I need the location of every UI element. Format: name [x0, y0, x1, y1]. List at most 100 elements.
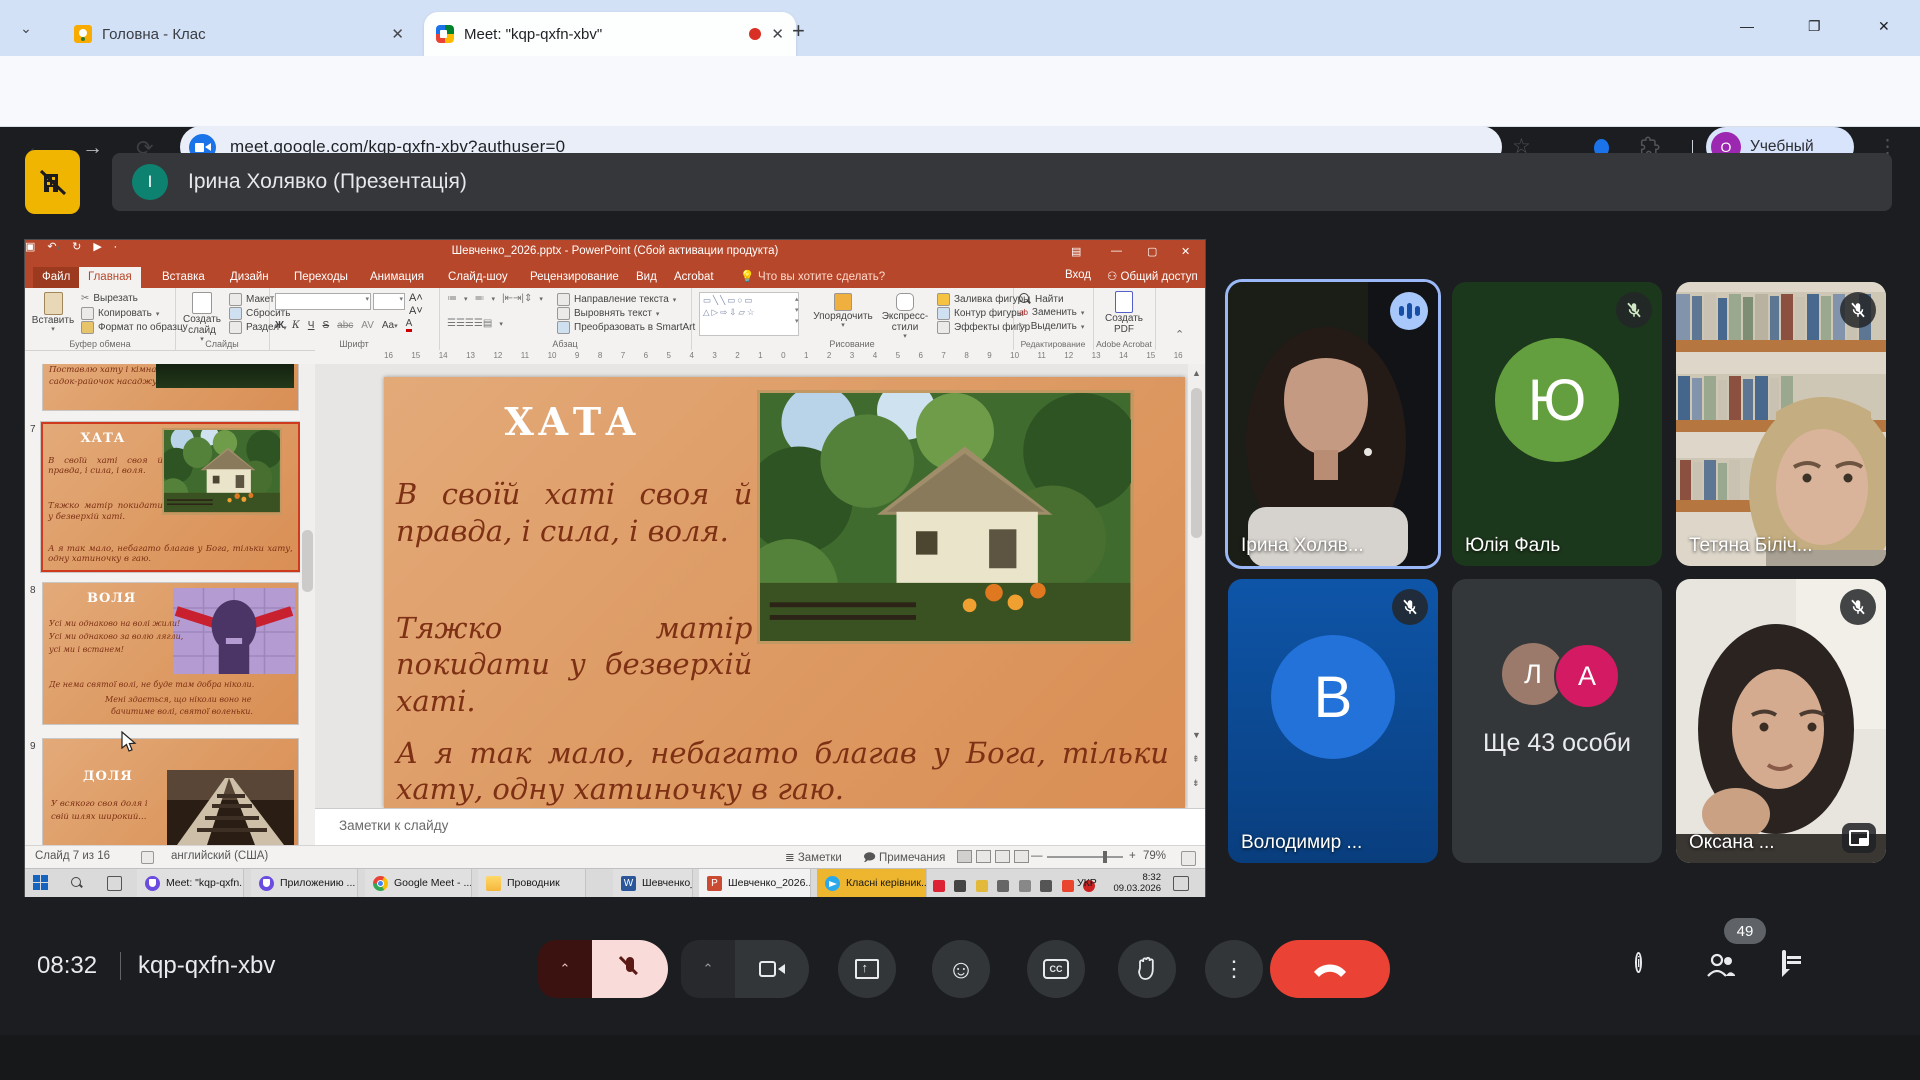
- comments-toggle[interactable]: 🗩 Примечания: [863, 850, 945, 869]
- current-slide[interactable]: ХАТА В своїй хаті своя й правда, і сила,…: [384, 377, 1185, 808]
- taskbar-app-powerpoint-active[interactable]: P Шевченко_2026...: [699, 869, 811, 897]
- tell-me-label[interactable]: Что вы хотите сделать?: [749, 267, 894, 288]
- select-button[interactable]: ▷ Выделить ▾: [1019, 321, 1084, 332]
- spellcheck-icon[interactable]: [141, 851, 154, 864]
- keyboard-language[interactable]: УКР: [1077, 877, 1097, 889]
- tab-close-icon[interactable]: ✕: [391, 25, 404, 43]
- camera-options-chevron[interactable]: ⌃: [681, 940, 735, 998]
- notes-pane[interactable]: Заметки к слайду: [315, 808, 1205, 846]
- font-color-button[interactable]: А: [405, 318, 413, 332]
- raise-hand-button[interactable]: [1118, 940, 1176, 998]
- slide-thumbnail-6[interactable]: Поставлю хату і кімнату, садок-райочок н…: [43, 364, 298, 410]
- previous-slide-button[interactable]: ⇞: [1192, 754, 1200, 765]
- grow-font-button[interactable]: A˄: [409, 292, 423, 304]
- align-buttons[interactable]: ☰☰☰☰▤ ▾: [447, 318, 503, 329]
- tab-meet-active[interactable]: Meet: "kqp-qxfn-xbv" ✕: [424, 12, 796, 56]
- ppt-maximize-button[interactable]: ▢: [1147, 245, 1157, 258]
- arrange-button[interactable]: Упорядочить ▾: [811, 293, 875, 330]
- zoom-out-button[interactable]: —: [1031, 850, 1043, 862]
- start-button[interactable]: [33, 875, 48, 890]
- replace-button[interactable]: ab Заменить ▾: [1019, 307, 1084, 318]
- copy-button[interactable]: Копировать ▾: [81, 307, 159, 320]
- text-direction-button[interactable]: Направление текста ▾: [557, 293, 676, 306]
- notes-toggle[interactable]: ≣ Заметки: [785, 850, 842, 864]
- thumbnails-scrollbar[interactable]: [300, 364, 315, 845]
- align-text-button[interactable]: Выровнять текст ▾: [557, 307, 659, 320]
- clock-tray[interactable]: 8:32 09.03.2026: [1107, 872, 1161, 895]
- shapes-scroll[interactable]: ▴ ▾ ▾: [795, 294, 805, 328]
- taskbar-app-telegram[interactable]: Класні керівник...: [817, 869, 927, 897]
- ppt-tab-animations[interactable]: Анимация: [361, 267, 433, 288]
- meeting-info-button[interactable]: i: [1635, 952, 1665, 982]
- next-slide-button[interactable]: ⇟: [1192, 778, 1200, 789]
- participant-tile-yuliia[interactable]: Ю Юлія Фаль: [1452, 282, 1662, 566]
- slide-thumbnail-8[interactable]: ВОЛЯ Усі ми однаково на волі жили! Усі м…: [43, 583, 298, 724]
- camera-button[interactable]: [735, 940, 809, 998]
- sign-in-button[interactable]: Вход: [1065, 269, 1091, 281]
- tab-classroom[interactable]: Головна - Клас ✕: [62, 14, 416, 54]
- taskbar-app-meet[interactable]: Meet: "kqp-qxfn...: [137, 869, 244, 897]
- shape-outline-button[interactable]: Контур фигуры: [937, 307, 1024, 320]
- underline-button[interactable]: Ч: [308, 320, 315, 331]
- fit-slide-icon[interactable]: [1181, 851, 1196, 866]
- collapse-ribbon-icon[interactable]: ⌃: [1175, 328, 1184, 341]
- captions-button[interactable]: CC: [1027, 940, 1085, 998]
- present-button[interactable]: [838, 940, 896, 998]
- mic-options-chevron[interactable]: ⌃: [538, 940, 592, 998]
- find-button[interactable]: Найти: [1019, 293, 1064, 305]
- participant-tile-tetiana[interactable]: Тетяна Біліч...: [1676, 282, 1886, 566]
- smartart-button[interactable]: Преобразовать в SmartArt▾: [557, 321, 703, 334]
- ppt-tab-slideshow[interactable]: Слайд-шоу: [439, 267, 517, 288]
- quick-styles-button[interactable]: Экспресс-стили ▾: [877, 293, 933, 341]
- ppt-tab-transitions[interactable]: Переходы: [285, 267, 357, 288]
- yandex-icon[interactable]: [1061, 879, 1074, 892]
- taskbar-app-explorer[interactable]: Проводник: [478, 869, 586, 897]
- forward-icon[interactable]: →: [82, 136, 103, 160]
- ppt-tab-home[interactable]: Главная: [79, 267, 141, 288]
- participant-tile-overflow[interactable]: Л А Ще 43 особи: [1452, 579, 1662, 863]
- zoom-slider[interactable]: [1047, 851, 1123, 863]
- ppt-close-button[interactable]: ✕: [1181, 245, 1190, 258]
- more-options-button[interactable]: ⋮: [1205, 940, 1263, 998]
- change-case-button[interactable]: Aa▾: [382, 320, 398, 331]
- ppt-minimize-button[interactable]: —: [1111, 245, 1122, 257]
- view-buttons[interactable]: [957, 850, 1033, 863]
- participant-tile-oksana[interactable]: Оксана ...: [1676, 579, 1886, 863]
- strikethrough-button[interactable]: S: [322, 320, 329, 331]
- italic-button[interactable]: К: [292, 320, 300, 331]
- participant-tile-volodymyr[interactable]: В Володимир ...: [1228, 579, 1438, 863]
- reactions-button[interactable]: ☺: [932, 940, 990, 998]
- chat-button[interactable]: [1782, 950, 1812, 982]
- task-view-icon[interactable]: [107, 876, 122, 891]
- tab-close-icon[interactable]: ✕: [771, 25, 784, 43]
- network-icon[interactable]: [1018, 879, 1031, 892]
- taskbar-app-prilozhenie[interactable]: Приложению ...: [251, 869, 358, 897]
- defender-shield-icon[interactable]: [975, 879, 988, 892]
- phone-icon[interactable]: [954, 879, 967, 892]
- ppt-tab-design[interactable]: Дизайн: [221, 267, 278, 288]
- shrink-font-button[interactable]: A˅: [409, 305, 423, 317]
- clear-format-button[interactable]: abc: [337, 320, 353, 331]
- ribbon-options-icon[interactable]: ▤: [1071, 245, 1081, 258]
- char-spacing-button[interactable]: AV: [361, 320, 374, 331]
- zoom-in-button[interactable]: +: [1129, 850, 1136, 862]
- taskbar-app-googlemeet[interactable]: Google Meet - ...: [365, 869, 472, 897]
- apps-button[interactable]: [1856, 956, 1886, 986]
- share-button[interactable]: ⚇ Общий доступ: [1107, 269, 1198, 283]
- end-call-button[interactable]: [1270, 940, 1390, 998]
- ppt-tab-review[interactable]: Рецензирование: [521, 267, 628, 288]
- ppt-tab-view[interactable]: Вид: [627, 267, 666, 288]
- mic-muted-button[interactable]: [592, 940, 668, 998]
- cut-button[interactable]: ✂ Вырезать: [81, 293, 138, 304]
- ppt-tab-acrobat[interactable]: Acrobat: [665, 267, 723, 288]
- notifications-icon[interactable]: [1173, 876, 1189, 891]
- new-slide-button[interactable]: Создать слайд ▾: [179, 292, 225, 344]
- window-minimize-button[interactable]: —: [1740, 18, 1754, 34]
- shapes-gallery[interactable]: ▭╲╲▭○▭ △▷⇨⇩▱☆: [699, 292, 799, 336]
- search-icon[interactable]: [71, 877, 83, 889]
- red-badge-icon[interactable]: [933, 879, 945, 892]
- participant-tile-iryna[interactable]: Ірина Холяв...: [1228, 282, 1438, 566]
- window-close-button[interactable]: ✕: [1878, 18, 1890, 35]
- new-tab-button[interactable]: +: [792, 18, 805, 44]
- slide-thumbnail-9[interactable]: ДОЛЯ У всякого своя доля і свій шлях шир…: [43, 739, 298, 845]
